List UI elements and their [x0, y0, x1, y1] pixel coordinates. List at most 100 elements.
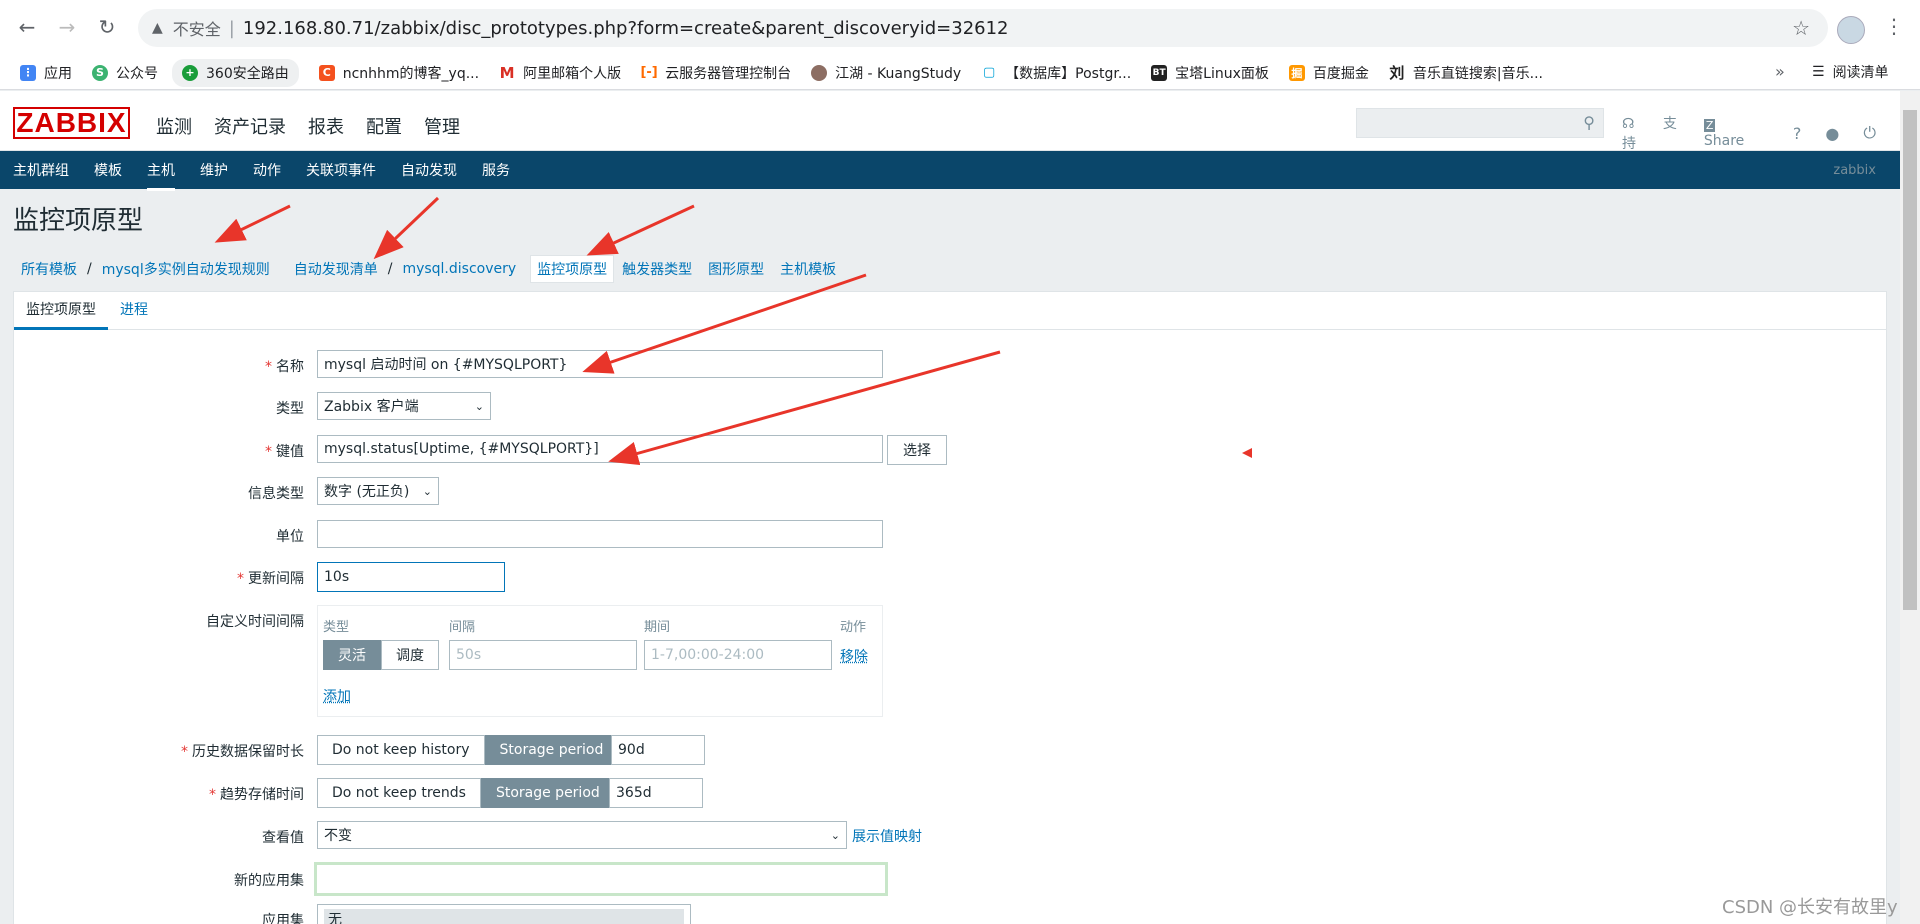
history-period-input[interactable]: 90d — [611, 735, 705, 765]
submenu-templates[interactable]: 模板 — [94, 160, 122, 180]
menu-inventory[interactable]: 资产记录 — [214, 113, 286, 139]
required-mark: * — [265, 444, 272, 460]
no-trends-option[interactable]: Do not keep trends — [317, 778, 481, 808]
trends-period-input[interactable]: 365d — [609, 778, 703, 808]
submenu-host-groups[interactable]: 主机群组 — [13, 160, 69, 180]
new-application-input[interactable] — [314, 862, 888, 896]
bookmark-blog[interactable]: Cncnhhm的博客_yq... — [318, 63, 479, 83]
breadcrumb-discovery-rule[interactable]: mysql.discovery — [402, 261, 516, 277]
history-toggle: Do not keep history Storage period — [317, 735, 619, 765]
breadcrumb-discovery-list[interactable]: 自动发现清单 — [294, 259, 378, 279]
music-icon: 刘 — [1388, 64, 1405, 82]
breadcrumb-host-prototypes[interactable]: 主机模板 — [780, 259, 836, 279]
global-search-input[interactable]: ⚲ — [1356, 108, 1604, 138]
bookmark-star-icon[interactable]: ☆ — [1792, 16, 1810, 40]
history-storage-option[interactable]: Storage period — [484, 735, 619, 765]
bookmark-juejin[interactable]: 掘百度掘金 — [1288, 63, 1369, 83]
share-link[interactable]: Z Share — [1703, 117, 1769, 149]
sub-menu: 主机群组 模板 主机 维护 动作 关联项事件 自动发现 服务 zabbix — [0, 151, 1900, 191]
show-value-mappings-link[interactable]: 展示值映射 — [852, 826, 922, 846]
bookmark-bt-panel[interactable]: BT 宝塔Linux面板 — [1151, 63, 1269, 83]
info-type-label: 信息类型 — [248, 486, 304, 502]
breadcrumb-item-prototypes[interactable]: 监控项原型 — [530, 255, 615, 283]
url-separator: | — [228, 17, 235, 39]
name-input[interactable]: mysql 启动时间 on {#MYSQLPORT} — [317, 350, 883, 378]
submenu-event-correlation[interactable]: 关联项事件 — [306, 160, 376, 180]
breadcrumb-separator: / — [87, 261, 92, 277]
bookmark-wechat[interactable]: S 公众号 — [92, 63, 158, 83]
bookmark-apps[interactable]: ⋮ 应用 — [20, 63, 72, 83]
bookmarks-more-icon[interactable]: » — [1775, 62, 1785, 81]
help-icon[interactable]: ? — [1793, 124, 1802, 143]
zabbix-logo[interactable]: ZABBIX — [13, 107, 130, 139]
submenu-actions[interactable]: 动作 — [253, 160, 281, 180]
wechat-icon: S — [92, 64, 108, 81]
menu-administration[interactable]: 管理 — [424, 113, 460, 139]
submenu-discovery[interactable]: 自动发现 — [401, 160, 457, 180]
select-key-button[interactable]: 选择 — [887, 435, 947, 465]
custom-intervals-label: 自定义时间间隔 — [206, 614, 304, 630]
arrow-to-item-prototypes — [586, 204, 695, 256]
breadcrumb-trigger-prototypes[interactable]: 触发器类型 — [622, 259, 692, 279]
scrollbar-thumb[interactable] — [1903, 110, 1917, 610]
reading-list[interactable]: ☰ 阅读清单 — [1812, 62, 1889, 82]
remove-link[interactable]: 移除 — [840, 646, 868, 666]
trends-storage-option[interactable]: Storage period — [480, 778, 615, 808]
flexible-option[interactable]: 灵活 — [323, 640, 381, 670]
update-interval-input[interactable]: 10s — [317, 562, 505, 592]
menu-reports[interactable]: 报表 — [308, 113, 344, 139]
key-input[interactable]: mysql.status[Uptime, {#MYSQLPORT}] — [317, 435, 883, 463]
csdn-icon: C — [318, 64, 335, 81]
menu-configuration[interactable]: 配置 — [366, 113, 402, 162]
zabbix-header: ZABBIX 监测 资产记录 报表 配置 管理 ⚲ ☊ 支持 Z Share ?… — [0, 91, 1900, 162]
name-label: 名称 — [276, 359, 304, 375]
breadcrumb-separator: / — [387, 261, 393, 277]
url-text[interactable]: 192.168.80.71/zabbix/disc_prototypes.php… — [243, 18, 1009, 39]
breadcrumb-template[interactable]: mysql多实例自动发现规则 — [102, 259, 270, 279]
valuemap-select[interactable]: 不变 ⌄ — [317, 821, 847, 849]
bt-icon: BT — [1151, 64, 1168, 81]
new-app-label: 新的应用集 — [234, 873, 304, 889]
submenu-maintenance[interactable]: 维护 — [200, 160, 228, 180]
breadcrumb-all-templates[interactable]: 所有模板 — [21, 259, 77, 279]
menu-monitoring[interactable]: 监测 — [156, 113, 192, 139]
kuangstudy-icon — [811, 64, 828, 81]
form-tabs: 监控项原型 进程 — [14, 292, 1886, 330]
user-profile-icon[interactable]: ● — [1825, 124, 1839, 143]
type-select[interactable]: Zabbix 客户端 ⌄ — [317, 392, 491, 420]
chevron-down-icon: ⌄ — [830, 828, 840, 842]
submenu-services[interactable]: 服务 — [482, 160, 510, 180]
tab-process[interactable]: 进程 — [108, 299, 160, 329]
chevron-down-icon: ⌄ — [474, 399, 484, 413]
forward-icon[interactable]: → — [52, 12, 82, 42]
add-link[interactable]: 添加 — [323, 686, 351, 706]
units-input[interactable] — [317, 520, 883, 548]
profile-avatar[interactable] — [1837, 16, 1865, 44]
breadcrumb-graph-prototypes[interactable]: 图形原型 — [708, 259, 764, 279]
bookmark-bilibili[interactable]: ▢ 【数据库】Postgr... — [981, 63, 1131, 83]
bookmark-360[interactable]: +360安全路由 — [172, 58, 299, 87]
browser-menu-icon[interactable]: ⋮ — [1884, 14, 1904, 38]
scheduling-option[interactable]: 调度 — [381, 640, 439, 670]
custom-interval-input[interactable]: 50s — [449, 640, 637, 670]
applications-listbox[interactable]: 无 — [317, 904, 691, 924]
header-links: ☊ 支持 Z Share ? ● ⏻ — [1622, 113, 1900, 153]
logout-icon[interactable]: ⏻ — [1863, 123, 1876, 143]
custom-period-input[interactable]: 1-7,00:00-24:00 — [644, 640, 832, 670]
bookmark-aliyun-mail[interactable]: M 阿里邮箱个人版 — [499, 63, 621, 83]
bookmark-music[interactable]: 刘音乐直链搜索|音乐... — [1388, 63, 1543, 83]
info-type-select[interactable]: 数字 (无正负) ⌄ — [317, 477, 439, 505]
bookmark-kuangstudy[interactable]: 江湖 - KuangStudy — [811, 63, 961, 83]
search-icon[interactable]: ⚲ — [1583, 113, 1595, 132]
reload-icon[interactable]: ↻ — [92, 12, 122, 42]
no-history-option[interactable]: Do not keep history — [317, 735, 485, 765]
application-option-none[interactable]: 无 — [324, 909, 684, 924]
support-link[interactable]: ☊ 支持 — [1622, 113, 1680, 153]
submenu-hosts[interactable]: 主机 — [147, 160, 175, 191]
bookmark-aliyun-console[interactable]: [-] 云服务器管理控制台 — [640, 63, 791, 83]
back-icon[interactable]: ← — [12, 12, 42, 42]
required-mark: * — [237, 571, 244, 587]
tab-item-prototype[interactable]: 监控项原型 — [14, 299, 108, 330]
reading-list-icon: ☰ — [1812, 64, 1825, 80]
address-bar[interactable]: ▲ 不安全 | 192.168.80.71/zabbix/disc_protot… — [138, 9, 1828, 47]
